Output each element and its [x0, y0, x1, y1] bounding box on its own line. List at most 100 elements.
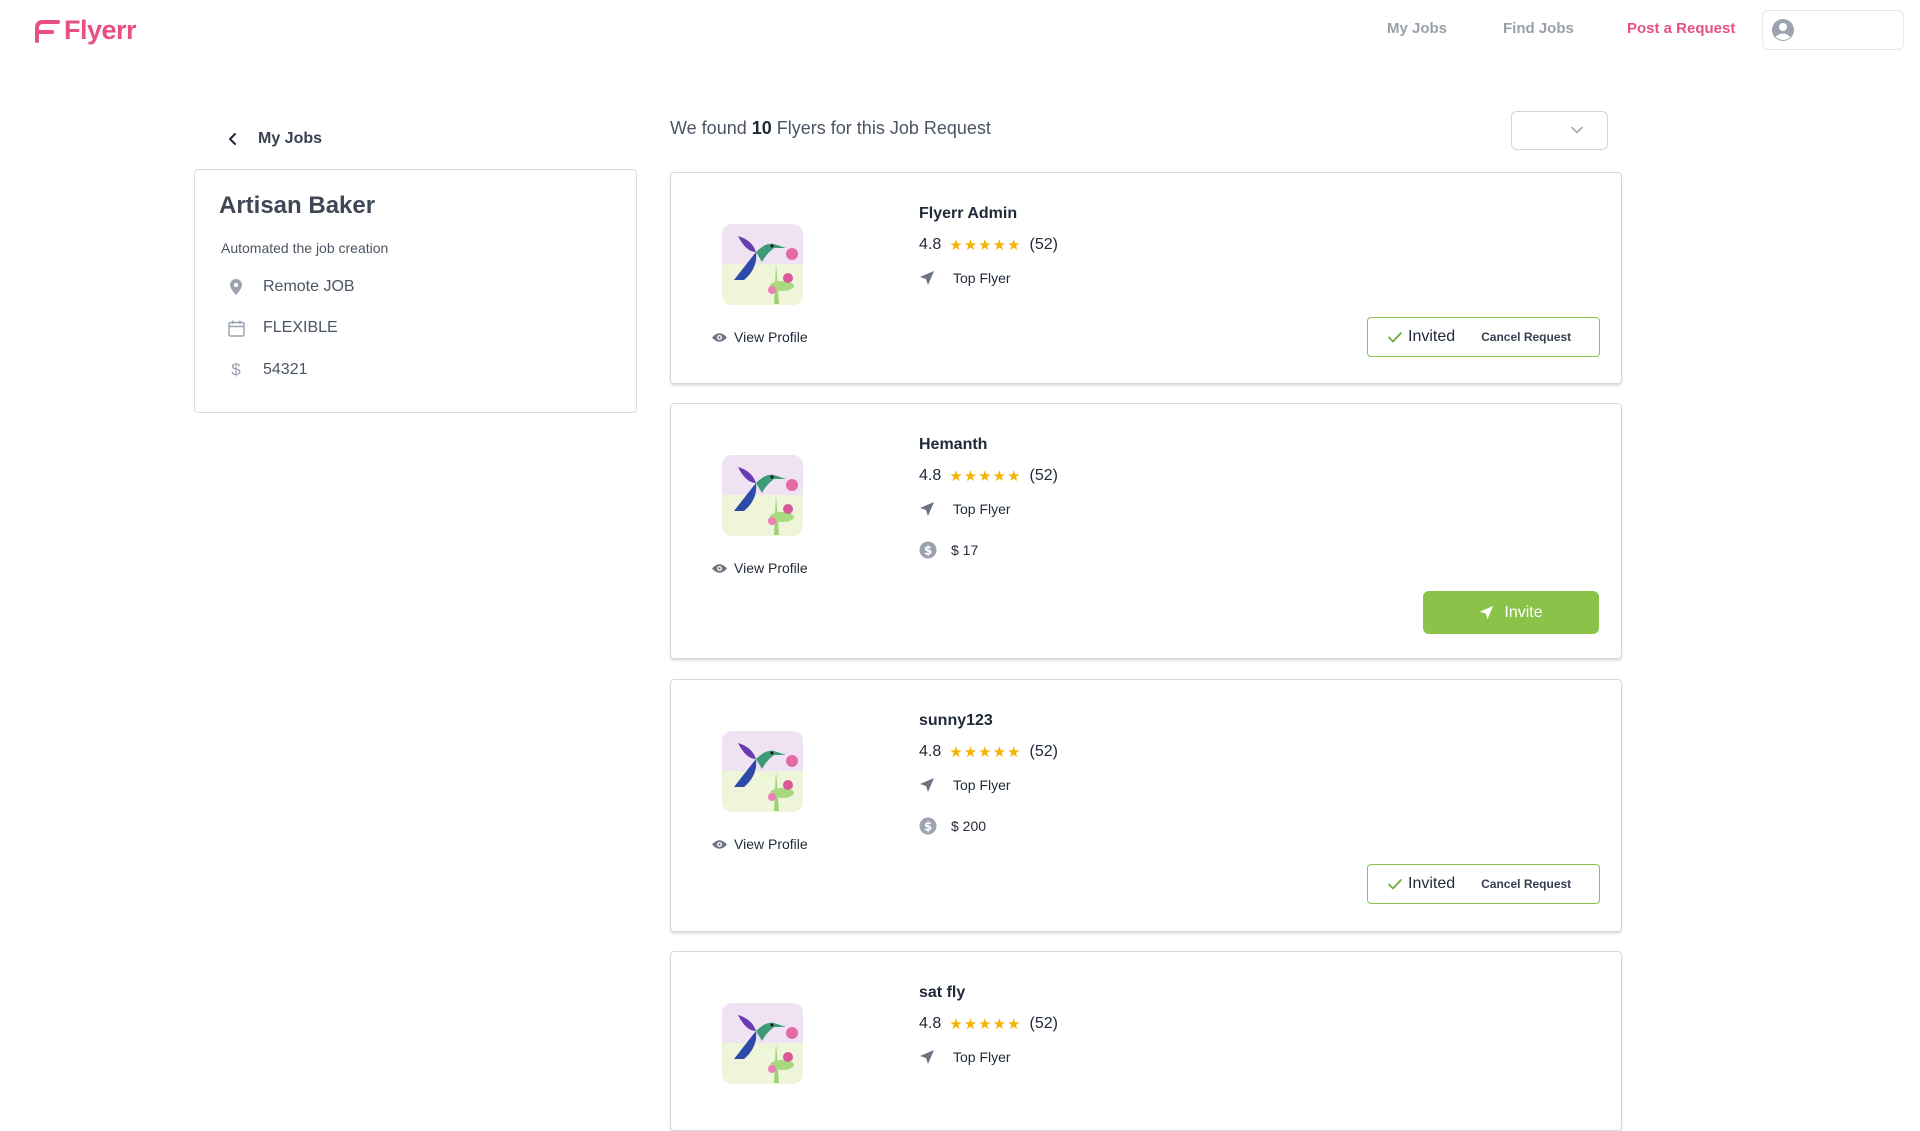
chevron-down-icon — [1571, 126, 1583, 134]
map-pin-icon — [230, 279, 242, 295]
flyer-card: View Profile Flyerr Admin 4.8 ★★★★★ (52)… — [670, 172, 1622, 384]
flyer-rate-row: $ $ 200 — [919, 817, 986, 835]
view-profile-label: View Profile — [734, 560, 808, 576]
hummingbird-image — [722, 455, 803, 536]
flyer-rating: 4.8 ★★★★★ (52) — [919, 467, 1058, 485]
job-location-row: Remote JOB — [227, 278, 355, 296]
send-icon — [920, 502, 934, 516]
flyer-rate: $ 17 — [951, 542, 979, 558]
svg-text:$: $ — [924, 544, 932, 558]
coin-icon: $ — [919, 817, 937, 835]
review-count: (52) — [1029, 1015, 1058, 1032]
view-profile-link[interactable]: View Profile — [711, 329, 808, 345]
svg-text:$: $ — [924, 820, 932, 834]
invited-status: Invited Cancel Request — [1367, 864, 1600, 904]
avatar-icon — [1772, 19, 1794, 41]
results-suffix: Flyers for this Job Request — [776, 118, 991, 138]
review-count: (52) — [1029, 467, 1058, 484]
rating-value: 4.8 — [919, 236, 942, 253]
nav-post-request[interactable]: Post a Request — [1627, 20, 1735, 37]
coin-icon: $ — [919, 541, 937, 559]
flyer-name: sunny123 — [919, 712, 993, 729]
results-number: 10 — [751, 118, 772, 138]
star-icon: ★★★★★ — [949, 744, 1022, 761]
send-icon — [920, 271, 934, 285]
view-profile-link[interactable]: View Profile — [711, 560, 808, 576]
back-label: My Jobs — [258, 130, 323, 147]
flyer-card: View Profile Hemanth 4.8 ★★★★★ (52) Top … — [670, 403, 1622, 659]
send-icon — [920, 778, 934, 792]
review-count: (52) — [1029, 236, 1058, 253]
sort-dropdown[interactable] — [1511, 111, 1608, 150]
check-icon — [1388, 331, 1402, 342]
flyer-photo[interactable] — [722, 1003, 803, 1084]
flyer-name: Flyerr Admin — [919, 205, 1018, 222]
eye-icon — [712, 332, 727, 342]
flyerr-logo-icon — [35, 19, 60, 43]
dollar-icon: $ — [231, 360, 241, 379]
invited-label: Invited — [1408, 875, 1456, 892]
invited-status: Invited Cancel Request — [1367, 317, 1600, 357]
flyer-rating: 4.8 ★★★★★ (52) — [919, 236, 1058, 254]
flyer-badge: Top Flyer — [953, 501, 1011, 517]
star-icon: ★★★★★ — [949, 237, 1022, 254]
flyer-photo[interactable] — [722, 455, 803, 536]
flyer-badge-row: Top Flyer — [919, 1049, 1011, 1065]
cancel-request-button[interactable]: Cancel Request — [1481, 877, 1571, 891]
job-title: Artisan Baker — [219, 192, 376, 219]
user-menu[interactable] — [1762, 10, 1904, 50]
job-location: Remote JOB — [263, 278, 355, 295]
view-profile-label: View Profile — [734, 836, 808, 852]
flyer-photo[interactable] — [722, 224, 803, 305]
view-profile-label: View Profile — [734, 329, 808, 345]
job-schedule: FLEXIBLE — [263, 319, 338, 336]
check-icon — [1388, 878, 1402, 889]
results-count: We found 10 Flyers for this Job Request — [670, 118, 991, 139]
rating-value: 4.8 — [919, 743, 942, 760]
review-count: (52) — [1029, 743, 1058, 760]
job-budget-row: $ 54321 — [227, 360, 308, 380]
nav-find-jobs[interactable]: Find Jobs — [1503, 20, 1574, 37]
flyer-badge: Top Flyer — [953, 270, 1011, 286]
rating-value: 4.8 — [919, 1015, 942, 1032]
cancel-request-button[interactable]: Cancel Request — [1481, 330, 1571, 344]
star-icon: ★★★★★ — [949, 1016, 1022, 1033]
invited-label: Invited — [1408, 328, 1456, 345]
chevron-left-icon — [229, 133, 236, 145]
calendar-icon — [227, 320, 245, 337]
back-to-my-jobs[interactable]: My Jobs — [228, 130, 322, 148]
flyer-rate-row: $ $ 17 — [919, 541, 978, 559]
results-prefix: We found — [670, 118, 747, 138]
brand-name: Flyerr — [64, 15, 137, 45]
rating-value: 4.8 — [919, 467, 942, 484]
hummingbird-image — [722, 731, 803, 812]
flyer-rating: 4.8 ★★★★★ (52) — [919, 1015, 1058, 1033]
nav-my-jobs[interactable]: My Jobs — [1387, 20, 1447, 37]
top-navbar: Flyerr My Jobs Find Jobs Post a Request — [0, 0, 1920, 60]
flyer-badge-row: Top Flyer — [919, 501, 1011, 517]
star-icon: ★★★★★ — [949, 468, 1022, 485]
flyer-badge-row: Top Flyer — [919, 270, 1011, 286]
brand-logo[interactable]: Flyerr — [34, 15, 137, 46]
send-icon — [1480, 605, 1494, 620]
eye-icon — [712, 839, 727, 849]
flyer-name: Hemanth — [919, 436, 988, 453]
flyer-badge: Top Flyer — [953, 777, 1011, 793]
flyer-badge: Top Flyer — [953, 1049, 1011, 1065]
flyer-card: sat fly 4.8 ★★★★★ (52) Top Flyer — [670, 951, 1622, 1131]
flyer-badge-row: Top Flyer — [919, 777, 1011, 793]
hummingbird-image — [722, 1003, 803, 1084]
eye-icon — [712, 563, 727, 573]
invite-button[interactable]: Invite — [1423, 591, 1599, 634]
flyer-rate: $ 200 — [951, 818, 987, 834]
job-description: Automated the job creation — [221, 240, 389, 256]
invite-label: Invite — [1504, 603, 1543, 621]
flyer-name: sat fly — [919, 984, 966, 1001]
job-schedule-row: FLEXIBLE — [227, 319, 338, 337]
hummingbird-image — [722, 224, 803, 305]
job-budget: 54321 — [263, 361, 308, 378]
view-profile-link[interactable]: View Profile — [711, 836, 808, 852]
flyer-card: View Profile sunny123 4.8 ★★★★★ (52) Top… — [670, 679, 1622, 932]
flyer-rating: 4.8 ★★★★★ (52) — [919, 743, 1058, 761]
flyer-photo[interactable] — [722, 731, 803, 812]
